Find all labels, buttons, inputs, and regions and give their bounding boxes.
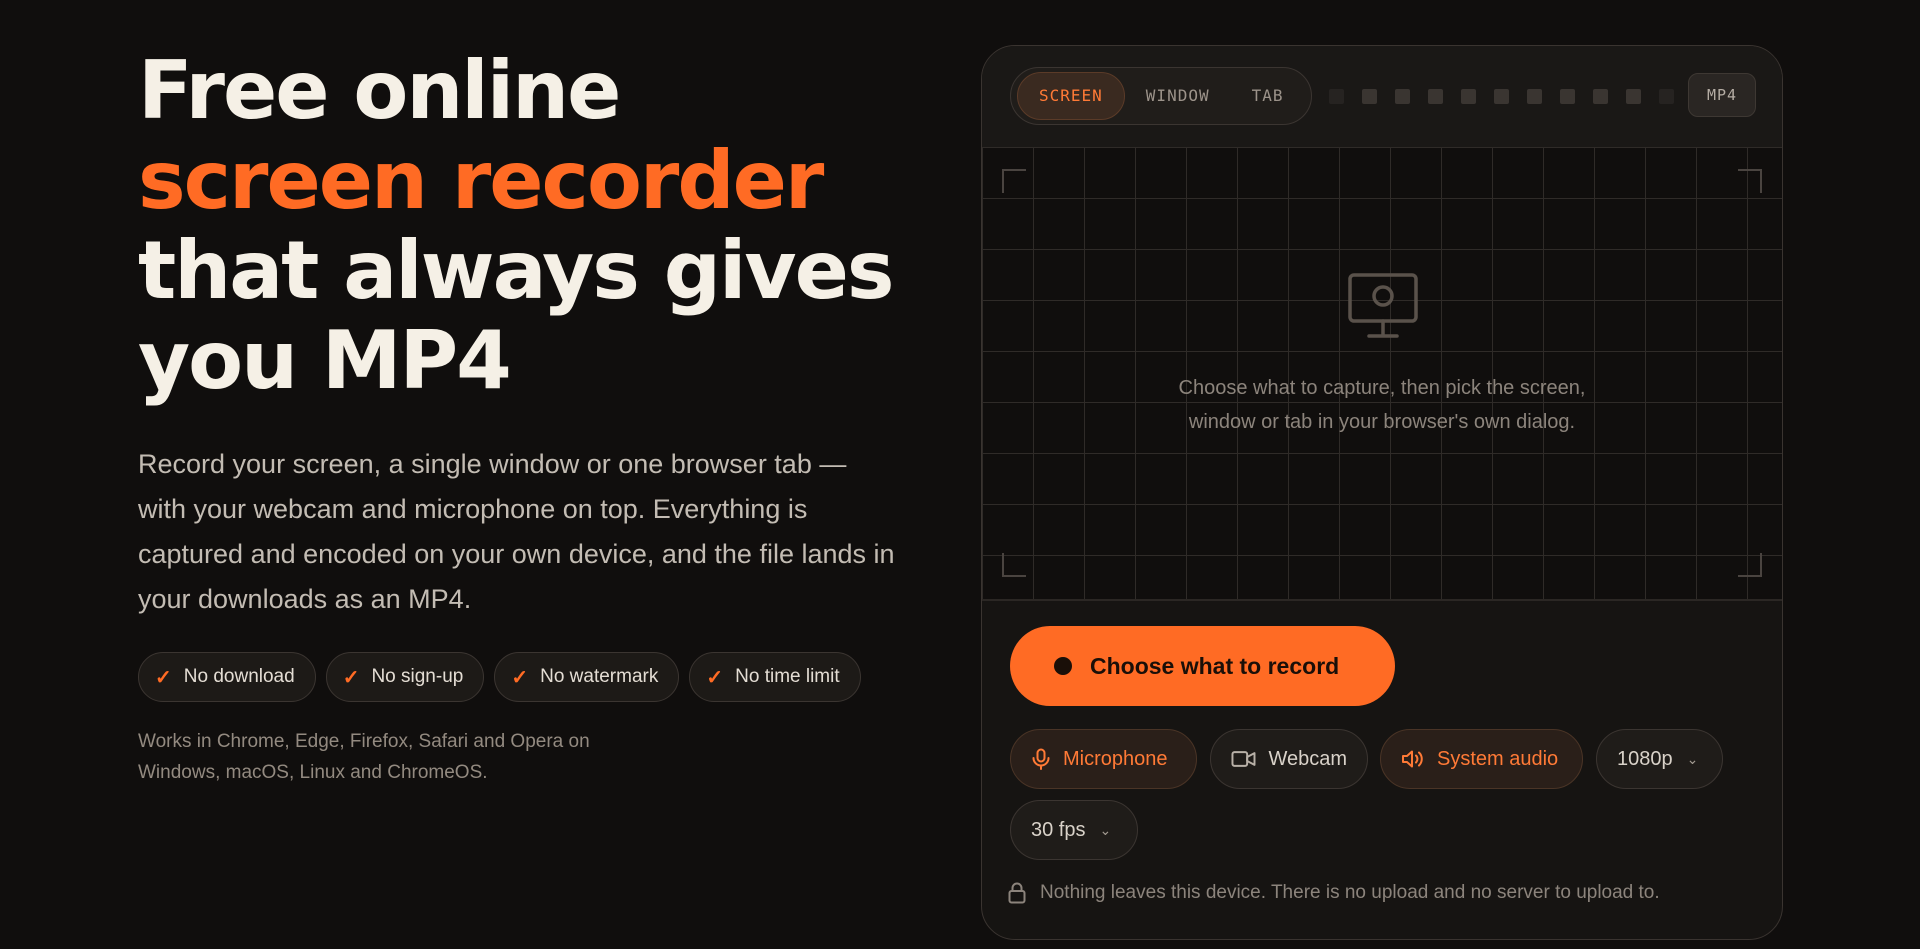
level-meter-segment	[1593, 89, 1608, 104]
frame-corner	[1002, 169, 1026, 193]
capture-mode-selector: SCREEN WINDOW TAB	[1010, 67, 1312, 125]
level-meter-segment	[1494, 89, 1509, 104]
capture-hint: Choose what to capture, then pick the sc…	[1178, 377, 1586, 433]
system-audio-toggle[interactable]: System audio	[1380, 729, 1583, 789]
capture-preview-area: Choose what to capture, then pick the sc…	[982, 147, 1782, 601]
frame-corner	[1002, 553, 1026, 577]
check-icon: ✓	[155, 666, 172, 689]
microphone-toggle[interactable]: Microphone	[1010, 729, 1197, 789]
feature-pill-no-download: ✓ No download	[138, 652, 316, 702]
mode-window-button[interactable]: WINDOW	[1125, 73, 1231, 119]
feature-pills: ✓ No download ✓ No sign-up ✓ No watermark ✓…	[138, 652, 898, 702]
feature-pill-no-time-limit: ✓ No time limit	[689, 652, 861, 702]
microphone-label: Microphone	[1063, 747, 1168, 770]
level-meter-segment	[1362, 89, 1377, 104]
check-icon: ✓	[342, 666, 360, 689]
mode-screen-button[interactable]: SCREEN	[1017, 72, 1125, 120]
lock-icon	[1008, 882, 1026, 904]
level-meter-segment	[1428, 89, 1443, 104]
feature-label: No download	[183, 666, 295, 687]
system-audio-label: System audio	[1437, 747, 1559, 770]
headline-line-1: Free online	[138, 44, 621, 137]
resolution-select[interactable]: 1080p ⌄	[1596, 729, 1723, 789]
recorder-toolbar: SCREEN WINDOW TAB MP4	[982, 46, 1782, 149]
monitor-icon	[1348, 273, 1418, 338]
record-dot-icon	[1054, 657, 1072, 675]
level-meter-segment	[1659, 89, 1674, 104]
format-badge: MP4	[1688, 73, 1756, 117]
resolution-value: 1080p	[1617, 747, 1673, 770]
headline-rest: that always gives you MP4	[138, 224, 894, 407]
compatibility-note: Works in Chrome, Edge, Firefox, Safari a…	[138, 731, 590, 783]
level-meter	[1329, 89, 1674, 104]
headline-accent: screen recorder	[138, 134, 824, 227]
mode-tab-button[interactable]: TAB	[1231, 73, 1305, 119]
microphone-icon	[1032, 748, 1050, 770]
frame-corner	[1738, 169, 1762, 193]
webcam-toggle[interactable]: Webcam	[1210, 729, 1368, 789]
feature-pill-no-watermark: ✓ No watermark	[494, 652, 680, 702]
level-meter-segment	[1395, 89, 1410, 104]
record-button-label: Choose what to record	[1090, 652, 1340, 679]
feature-label: No sign-up	[371, 666, 464, 687]
check-icon: ✓	[511, 666, 529, 689]
hero: Free online screen recorder that always g…	[138, 46, 898, 788]
check-icon: ✓	[706, 666, 724, 689]
level-meter-segment	[1329, 89, 1344, 104]
speaker-icon	[1402, 750, 1423, 768]
level-meter-segment	[1626, 89, 1641, 104]
level-meter-segment	[1461, 89, 1476, 104]
privacy-note: Nothing leaves this device. There is no …	[1008, 882, 1660, 904]
frame-corner	[1738, 553, 1762, 577]
page-title: Free online screen recorder that always g…	[138, 46, 898, 406]
webcam-label: Webcam	[1268, 747, 1347, 770]
feature-label: No watermark	[540, 666, 659, 687]
feature-label: No time limit	[735, 666, 840, 687]
hero-description: Record your screen, a single window or o…	[138, 449, 895, 614]
feature-pill-no-signup: ✓ No sign-up	[325, 652, 485, 702]
webcam-icon	[1231, 751, 1256, 767]
level-meter-segment	[1560, 89, 1575, 104]
fps-select[interactable]: 30 fps ⌄	[1010, 800, 1138, 860]
chevron-down-icon: ⌄	[1099, 821, 1112, 838]
chevron-down-icon: ⌄	[1686, 750, 1699, 767]
choose-record-button[interactable]: Choose what to record	[1010, 626, 1395, 706]
recorder-panel: SCREEN WINDOW TAB MP4 Choose what to cap…	[981, 45, 1783, 940]
level-meter-segment	[1527, 89, 1542, 104]
privacy-text: Nothing leaves this device. There is no …	[1040, 882, 1660, 903]
fps-value: 30 fps	[1031, 818, 1086, 841]
